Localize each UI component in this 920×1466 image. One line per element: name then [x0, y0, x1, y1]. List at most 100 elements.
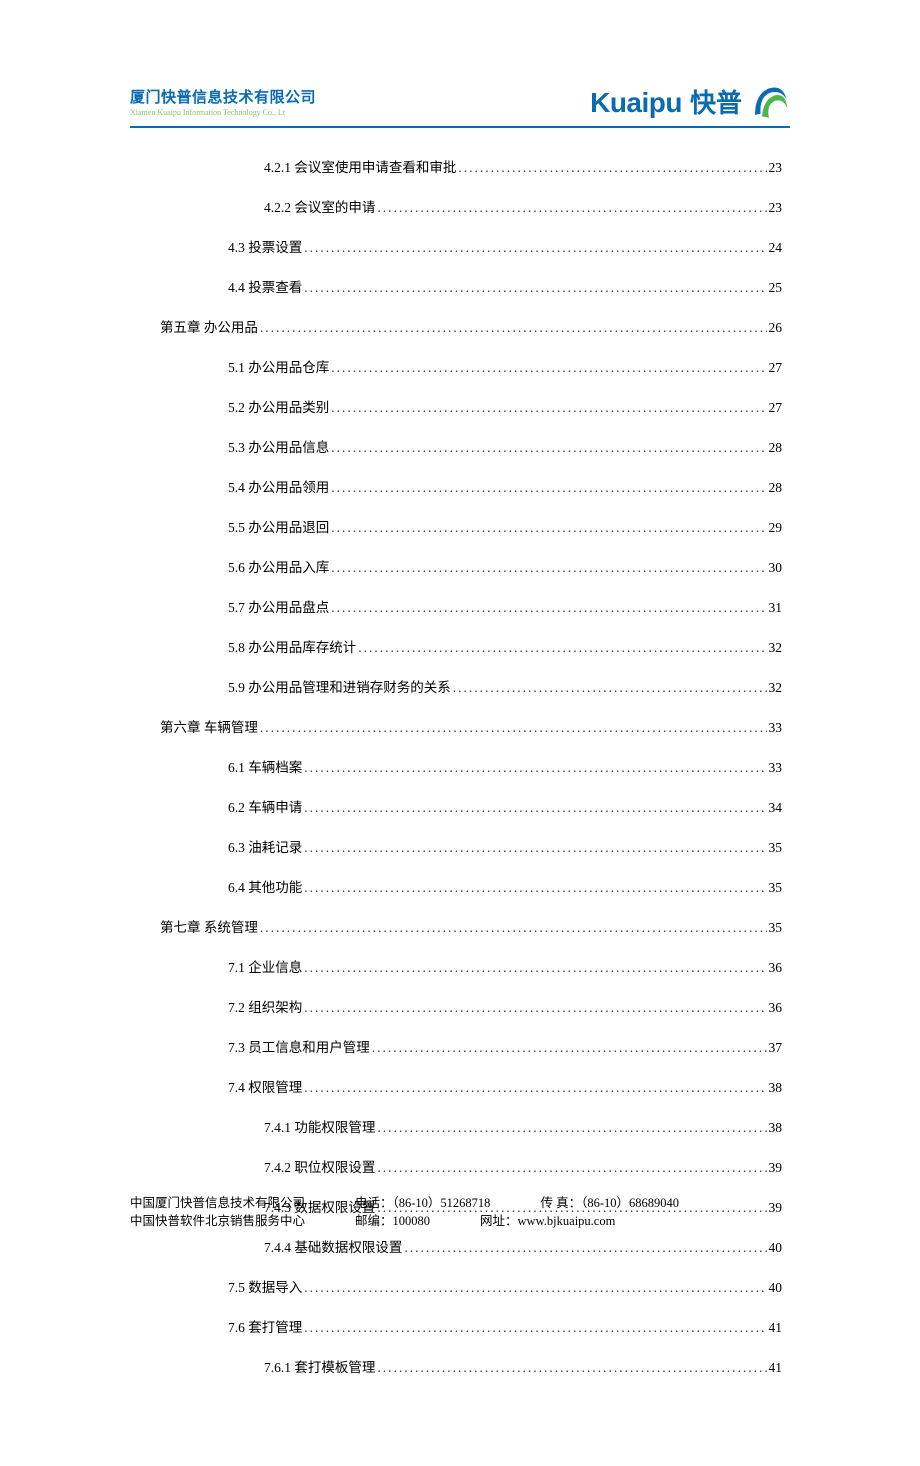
toc-entry[interactable]: 4.2.2 会议室的申请23	[160, 196, 782, 216]
toc-entry-page: 24	[769, 240, 783, 256]
toc-leader-dots	[304, 960, 766, 976]
toc-leader-dots	[377, 1120, 766, 1136]
toc-entry-label: 7.6 套打管理	[228, 1316, 302, 1336]
toc-leader-dots	[304, 760, 766, 776]
toc-entry-page: 30	[769, 560, 783, 576]
kuaipu-logo-icon	[748, 80, 790, 122]
toc-entry-label: 7.4.2 职位权限设置	[264, 1156, 375, 1176]
toc-leader-dots	[304, 1000, 766, 1016]
toc-leader-dots	[304, 240, 766, 256]
toc-leader-dots	[304, 280, 766, 296]
toc-leader-dots	[260, 920, 767, 936]
toc-entry-page: 36	[769, 1000, 783, 1016]
toc-entry-page: 34	[769, 800, 783, 816]
toc-entry[interactable]: 7.4.2 职位权限设置 39	[160, 1156, 782, 1176]
toc-entry-label: 5.2 办公用品类别	[228, 396, 329, 416]
toc-entry-page: 27	[769, 360, 783, 376]
toc-entry-page: 37	[769, 1040, 783, 1056]
toc-entry-page: 32	[769, 640, 783, 656]
toc-entry-label: 5.8 办公用品库存统计	[228, 636, 356, 656]
toc-entry[interactable]: 5.2 办公用品类别 27	[160, 396, 782, 416]
toc-entry[interactable]: 第五章 办公用品26	[160, 316, 782, 336]
toc-entry[interactable]: 4.4 投票查看25	[160, 276, 782, 296]
toc-entry-label: 5.7 办公用品盘点	[228, 596, 329, 616]
toc-leader-dots	[453, 680, 767, 696]
toc-entry-page: 26	[769, 320, 783, 336]
toc-leader-dots	[377, 200, 766, 216]
toc-entry[interactable]: 7.4.4 基础数据权限设置 40	[160, 1236, 782, 1256]
toc-leader-dots	[458, 160, 766, 176]
toc-entry[interactable]: 7.4.1 功能权限管理38	[160, 1116, 782, 1136]
toc-entry-label: 5.5 办公用品退回	[228, 516, 329, 536]
toc-leader-dots	[331, 400, 766, 416]
toc-entry-page: 31	[769, 600, 783, 616]
footer-company-2: 中国快普软件北京销售服务中心	[130, 1212, 305, 1230]
toc-entry-label: 5.3 办公用品信息	[228, 436, 329, 456]
toc-entry-label: 6.4 其他功能	[228, 876, 302, 896]
toc-entry-page: 27	[769, 400, 783, 416]
toc-entry[interactable]: 7.3 员工信息和用户管理37	[160, 1036, 782, 1056]
company-name-en: Xiamen Kuaipu Information Technology Co.…	[130, 108, 316, 117]
toc-entry-label: 6.3 油耗记录	[228, 836, 302, 856]
toc-entry[interactable]: 5.9 办公用品管理和进销存财务的关系32	[160, 676, 782, 696]
toc-entry-label: 第七章 系统管理	[160, 916, 258, 936]
toc-entry[interactable]: 5.5 办公用品退回 29	[160, 516, 782, 536]
toc-leader-dots	[377, 1360, 766, 1376]
toc-entry-label: 5.1 办公用品仓库	[228, 356, 329, 376]
page-header: 厦门快普信息技术有限公司 Xiamen Kuaipu Information T…	[130, 80, 790, 128]
toc-entry[interactable]: 7.2 组织架构 36	[160, 996, 782, 1016]
toc-entry[interactable]: 7.1 企业信息36	[160, 956, 782, 976]
toc-entry[interactable]: 第六章 车辆管理33	[160, 716, 782, 736]
toc-entry[interactable]: 6.3 油耗记录 35	[160, 836, 782, 856]
toc-entry-page: 29	[769, 520, 783, 536]
toc-leader-dots	[331, 560, 766, 576]
toc-entry-label: 7.2 组织架构	[228, 996, 302, 1016]
toc-entry[interactable]: 5.7 办公用品盘点 31	[160, 596, 782, 616]
toc-entry-label: 7.6.1 套打模板管理	[264, 1356, 375, 1376]
toc-entry-label: 4.3 投票设置	[228, 236, 302, 256]
toc-leader-dots	[304, 800, 766, 816]
toc-entry[interactable]: 6.4 其他功能35	[160, 876, 782, 896]
brand-name-cn: 快普	[690, 83, 742, 120]
toc-entry[interactable]: 5.8 办公用品库存统计 32	[160, 636, 782, 656]
toc-entry-page: 32	[769, 680, 783, 696]
toc-entry[interactable]: 4.2.1 会议室使用申请查看和审批23	[160, 156, 782, 176]
toc-entry-label: 7.5 数据导入	[228, 1276, 302, 1296]
company-block: 厦门快普信息技术有限公司 Xiamen Kuaipu Information T…	[130, 86, 316, 117]
toc-entry[interactable]: 6.2 车辆申请 34	[160, 796, 782, 816]
toc-leader-dots	[260, 720, 767, 736]
footer-company-1: 中国厦门快普信息技术有限公司	[130, 1194, 305, 1212]
toc-entry-page: 40	[769, 1240, 783, 1256]
toc-entry-label: 5.4 办公用品领用	[228, 476, 329, 496]
toc-entry[interactable]: 5.3 办公用品信息28	[160, 436, 782, 456]
toc-entry-label: 7.4.4 基础数据权限设置	[264, 1236, 402, 1256]
toc-leader-dots	[331, 600, 766, 616]
toc-leader-dots	[304, 880, 766, 896]
toc-entry[interactable]: 7.6 套打管理41	[160, 1316, 782, 1336]
toc-entry-page: 33	[769, 720, 783, 736]
toc-entry[interactable]: 第七章 系统管理 35	[160, 916, 782, 936]
page-footer: 中国厦门快普信息技术有限公司 电话：（86-10）51268718 传 真：（8…	[130, 1194, 790, 1230]
toc-leader-dots	[331, 360, 766, 376]
toc-entry[interactable]: 4.3 投票设置 24	[160, 236, 782, 256]
toc-entry-page: 39	[769, 1160, 783, 1176]
toc-leader-dots	[304, 1080, 766, 1096]
toc-entry-page: 38	[769, 1080, 783, 1096]
toc-entry[interactable]: 5.4 办公用品领用28	[160, 476, 782, 496]
toc-leader-dots	[372, 1040, 767, 1056]
toc-entry-page: 35	[769, 840, 783, 856]
footer-fax: 传 真：（86-10）68689040	[540, 1194, 679, 1212]
toc-entry[interactable]: 5.6 办公用品入库30	[160, 556, 782, 576]
toc-entry-page: 33	[769, 760, 783, 776]
toc-entry[interactable]: 5.1 办公用品仓库 27	[160, 356, 782, 376]
toc-entry[interactable]: 6.1 车辆档案33	[160, 756, 782, 776]
toc-leader-dots	[331, 440, 766, 456]
toc-entry[interactable]: 7.6.1 套打模板管理41	[160, 1356, 782, 1376]
toc-entry[interactable]: 7.4 权限管理38	[160, 1076, 782, 1096]
toc-entry[interactable]: 7.5 数据导入40	[160, 1276, 782, 1296]
toc-leader-dots	[404, 1240, 766, 1256]
footer-zip: 邮编：100080	[355, 1212, 430, 1230]
toc-entry-label: 6.2 车辆申请	[228, 796, 302, 816]
toc-entry-label: 7.1 企业信息	[228, 956, 302, 976]
toc-entry-page: 35	[769, 920, 783, 936]
